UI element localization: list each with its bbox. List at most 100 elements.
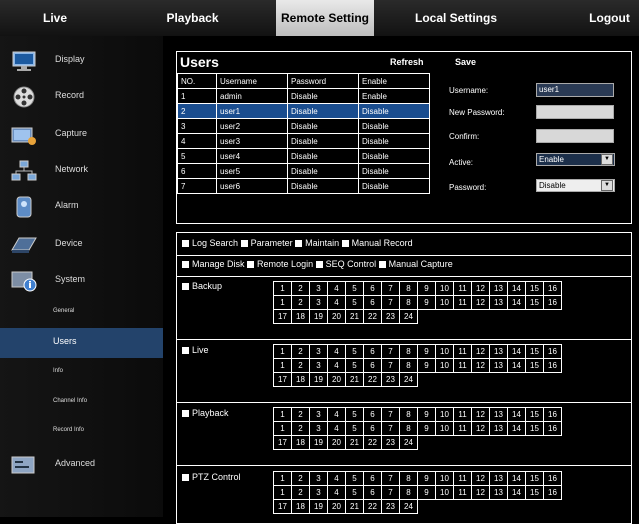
checkbox-live[interactable]: Live [182,345,209,355]
channel-cell[interactable]: 3 [309,471,328,486]
table-row[interactable]: 5 user4 Disable Disable [177,148,430,164]
channel-cell[interactable]: 22 [363,372,382,387]
channel-cell[interactable]: 5 [345,295,364,310]
channel-cell[interactable]: 5 [345,344,364,359]
channel-cell[interactable]: 9 [417,485,436,500]
sidebar-item-display[interactable]: Display [0,42,163,78]
channel-cell[interactable]: 19 [309,309,328,324]
channel-cell[interactable]: 10 [435,344,454,359]
channel-cell[interactable]: 8 [399,281,418,296]
channel-cell[interactable]: 3 [309,344,328,359]
channel-cell[interactable]: 7 [381,485,400,500]
channel-cell[interactable]: 9 [417,407,436,422]
channel-cell[interactable]: 6 [363,407,382,422]
channel-cell[interactable]: 8 [399,407,418,422]
channel-cell[interactable]: 7 [381,358,400,373]
channel-cell[interactable]: 14 [507,485,526,500]
sidebar-item-network[interactable]: Network [0,152,163,188]
channel-cell[interactable]: 21 [345,435,364,450]
channel-cell[interactable]: 7 [381,344,400,359]
channel-cell[interactable]: 12 [471,358,490,373]
channel-cell[interactable]: 19 [309,372,328,387]
nav-local-settings[interactable]: Local Settings [396,0,516,36]
nav-live[interactable]: Live [0,0,110,36]
channel-cell[interactable]: 10 [435,295,454,310]
channel-cell[interactable]: 18 [291,309,310,324]
channel-cell[interactable]: 13 [489,295,508,310]
channel-cell[interactable]: 18 [291,435,310,450]
channel-cell[interactable]: 1 [273,421,292,436]
checkbox-manage-disk[interactable]: Manage Disk [182,259,245,269]
channel-cell[interactable]: 16 [543,471,562,486]
channel-cell[interactable]: 18 [291,499,310,514]
channel-cell[interactable]: 3 [309,421,328,436]
nav-logout[interactable]: Logout [580,0,639,36]
checkbox-manual-record[interactable]: Manual Record [341,238,413,248]
channel-cell[interactable]: 7 [381,471,400,486]
active-select[interactable]: Enable ▼ [536,153,615,166]
channel-cell[interactable]: 2 [291,281,310,296]
checkbox-manual-capture[interactable]: Manual Capture [378,259,453,269]
channel-cell[interactable]: 10 [435,471,454,486]
channel-cell[interactable]: 1 [273,358,292,373]
table-row[interactable]: 6 user5 Disable Disable [177,163,430,179]
channel-cell[interactable]: 15 [525,344,544,359]
checkbox-backup[interactable]: Backup [182,281,222,291]
channel-cell[interactable]: 19 [309,499,328,514]
channel-cell[interactable]: 12 [471,471,490,486]
channel-cell[interactable]: 23 [381,435,400,450]
channel-cell[interactable]: 5 [345,485,364,500]
refresh-button[interactable]: Refresh [390,57,424,67]
channel-cell[interactable]: 22 [363,435,382,450]
channel-cell[interactable]: 14 [507,421,526,436]
channel-cell[interactable]: 13 [489,407,508,422]
password-select[interactable]: Disable ▼ [536,179,615,192]
channel-cell[interactable]: 9 [417,421,436,436]
channel-cell[interactable]: 21 [345,372,364,387]
channel-cell[interactable]: 13 [489,281,508,296]
channel-cell[interactable]: 12 [471,407,490,422]
channel-cell[interactable]: 2 [291,485,310,500]
channel-cell[interactable]: 7 [381,281,400,296]
channel-cell[interactable]: 11 [453,485,472,500]
channel-cell[interactable]: 14 [507,281,526,296]
sidebar-subitem-channel-info[interactable]: Channel Info [0,388,163,418]
channel-cell[interactable]: 2 [291,295,310,310]
channel-cell[interactable]: 22 [363,499,382,514]
checkbox-remote-login[interactable]: Remote Login [247,259,313,269]
channel-cell[interactable]: 10 [435,281,454,296]
channel-cell[interactable]: 1 [273,281,292,296]
channel-cell[interactable]: 5 [345,407,364,422]
channel-cell[interactable]: 2 [291,421,310,436]
channel-cell[interactable]: 4 [327,471,346,486]
channel-cell[interactable]: 15 [525,281,544,296]
channel-cell[interactable]: 13 [489,344,508,359]
channel-cell[interactable]: 4 [327,485,346,500]
sidebar-item-alarm[interactable]: Alarm [0,188,163,224]
sidebar-item-advanced[interactable]: Advanced [0,446,163,482]
channel-cell[interactable]: 16 [543,421,562,436]
channel-cell[interactable]: 11 [453,407,472,422]
channel-cell[interactable]: 8 [399,421,418,436]
channel-cell[interactable]: 15 [525,295,544,310]
channel-cell[interactable]: 17 [273,435,292,450]
channel-cell[interactable]: 6 [363,281,382,296]
channel-cell[interactable]: 9 [417,358,436,373]
channel-cell[interactable]: 24 [399,309,418,324]
channel-cell[interactable]: 9 [417,344,436,359]
channel-cell[interactable]: 20 [327,309,346,324]
new-password-field[interactable] [536,105,614,119]
table-row[interactable]: 3 user2 Disable Disable [177,118,430,134]
channel-cell[interactable]: 13 [489,421,508,436]
sidebar-subitem-users[interactable]: Users [0,328,163,358]
channel-cell[interactable]: 6 [363,295,382,310]
channel-cell[interactable]: 8 [399,358,418,373]
channel-cell[interactable]: 13 [489,358,508,373]
channel-cell[interactable]: 10 [435,407,454,422]
channel-cell[interactable]: 6 [363,485,382,500]
channel-cell[interactable]: 8 [399,471,418,486]
channel-cell[interactable]: 4 [327,407,346,422]
table-row-selected[interactable]: 2 user1 Disable Disable [177,103,430,119]
channel-cell[interactable]: 12 [471,281,490,296]
channel-cell[interactable]: 14 [507,471,526,486]
